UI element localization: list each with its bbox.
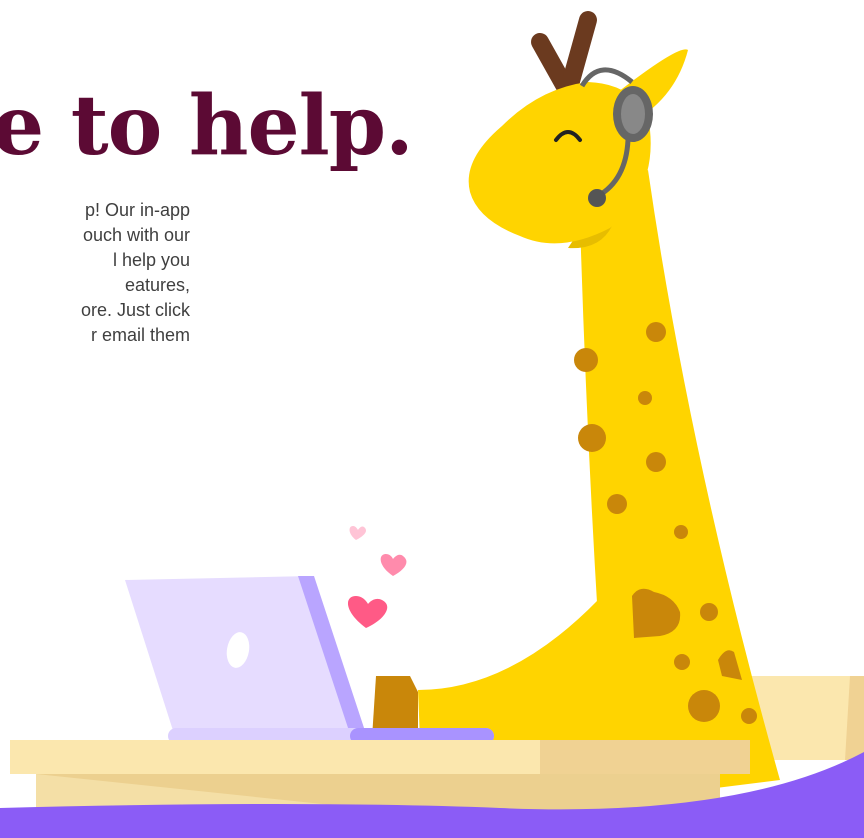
heart-icon [349,526,367,540]
heart-icon [347,596,388,628]
heart-icon [380,554,407,576]
giraffe-figure [372,11,780,800]
giraffe-support-illustration [0,11,864,838]
